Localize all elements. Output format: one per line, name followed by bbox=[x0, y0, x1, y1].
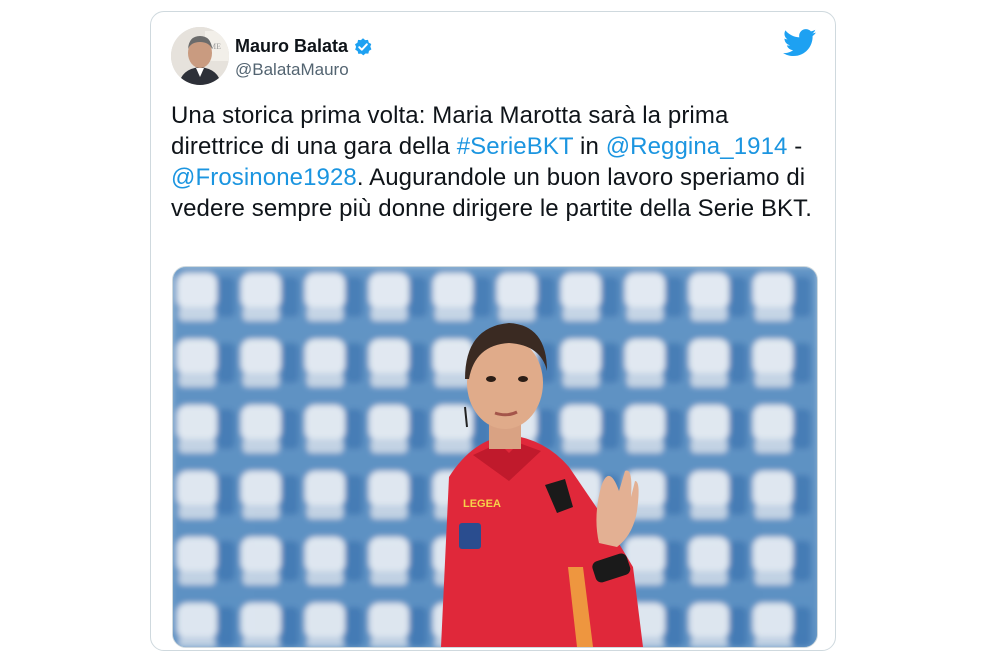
avatar[interactable]: ME bbox=[171, 27, 229, 85]
tweet-text: Una storica prima volta: Maria Marotta s… bbox=[171, 100, 821, 224]
tweet-text-segment: - bbox=[787, 133, 803, 160]
twitter-bird-icon[interactable] bbox=[783, 29, 817, 57]
tweet-photo[interactable]: LEGEA bbox=[172, 266, 818, 648]
tweet-text-segment: in bbox=[573, 133, 606, 160]
mention-link[interactable]: @Reggina_1914 bbox=[606, 133, 788, 160]
author-handle[interactable]: @BalataMauro bbox=[235, 60, 373, 80]
author-display-name[interactable]: Mauro Balata bbox=[235, 36, 348, 57]
author-names: Mauro Balata @BalataMauro bbox=[235, 36, 373, 80]
jersey-brand: LEGEA bbox=[463, 498, 501, 510]
mention-link[interactable]: @Frosinone1928 bbox=[171, 164, 357, 191]
tweet-card[interactable]: ME Mauro Balata @BalataMauro Una storica… bbox=[150, 11, 836, 651]
hashtag-link[interactable]: #SerieBKT bbox=[457, 133, 574, 160]
tweet-header: ME Mauro Balata @BalataMauro bbox=[171, 27, 817, 87]
verified-badge-icon bbox=[353, 37, 373, 57]
